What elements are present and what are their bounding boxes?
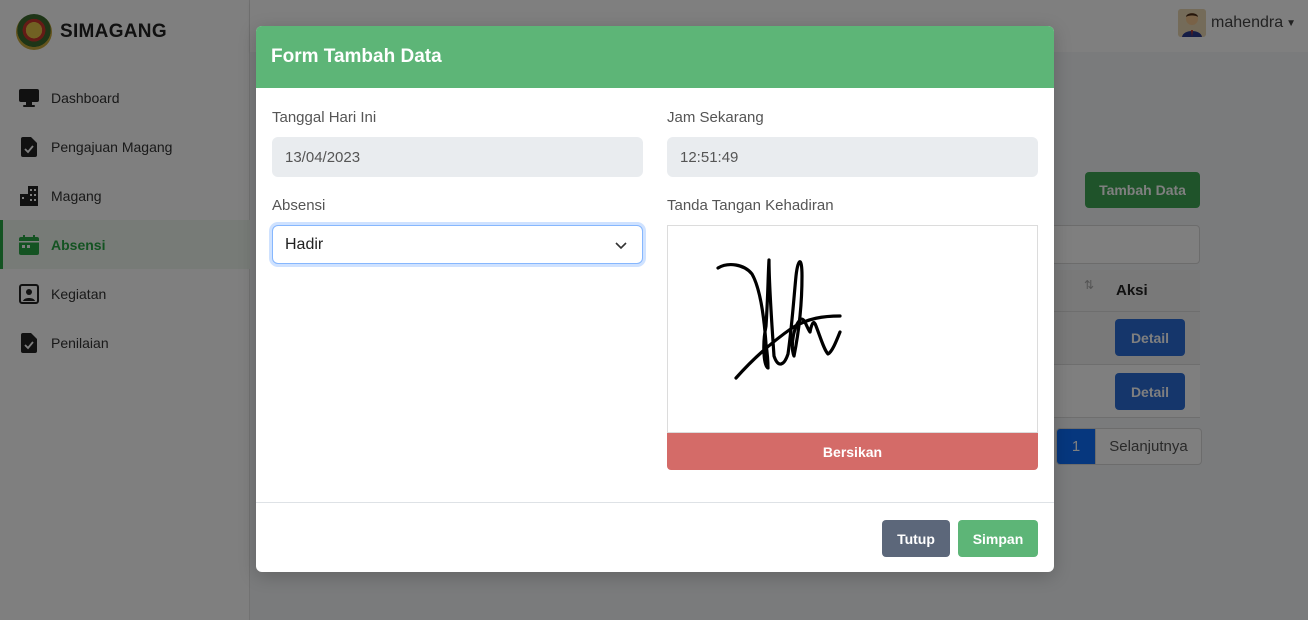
clear-signature-button[interactable]: Bersikan: [667, 433, 1038, 470]
attendance-label: Absensi: [272, 197, 326, 214]
signature-label: Tanda Tangan Kehadiran: [667, 197, 834, 214]
attendance-select[interactable]: Hadir: [272, 225, 643, 264]
modal-footer: Tutup Simpan: [256, 502, 1054, 572]
save-button[interactable]: Simpan: [958, 520, 1038, 557]
time-field[interactable]: 12:51:49: [667, 137, 1038, 177]
close-button[interactable]: Tutup: [882, 520, 950, 557]
modal-header: Form Tambah Data: [256, 26, 1054, 88]
date-label: Tanggal Hari Ini: [272, 109, 377, 126]
add-data-modal: Form Tambah Data Tanggal Hari Ini 13/04/…: [256, 26, 1054, 572]
chevron-down-icon: [615, 242, 627, 250]
modal-title: Form Tambah Data: [271, 46, 442, 67]
attendance-selected-value: Hadir: [285, 235, 324, 253]
signature-pad[interactable]: [667, 225, 1038, 433]
time-label: Jam Sekarang: [667, 109, 764, 126]
signature-drawing: [716, 258, 842, 380]
date-field[interactable]: 13/04/2023: [272, 137, 643, 177]
